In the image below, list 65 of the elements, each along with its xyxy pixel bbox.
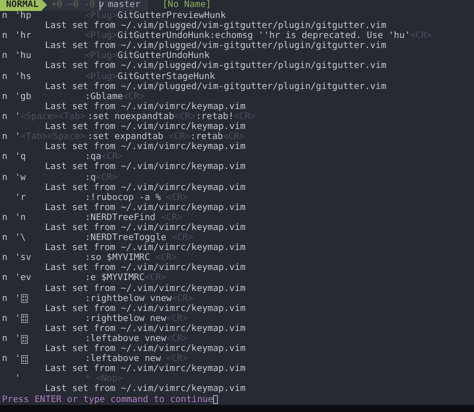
mode-label: n [1,354,8,364]
source-line: Last set from ~/.vim/vimrc/keymap.vim [45,324,246,334]
mode-label: n [1,172,8,183]
source-line: Last set from ~/.vim/vimrc/keymap.vim [45,263,246,274]
mode-label: n [1,233,8,244]
mapping-key: 'hu [15,51,32,62]
source-line: Last set from ~/.vim/plugged/vim-gitgutter/plugin/gitgutter.vim [45,21,386,32]
source-line: Last set from ~/.vim/vimrc/keymap.vim [45,364,246,374]
mapping-key: 'hr [15,31,32,42]
source-line: Last set from ~/.vim/vimrc/keymap.vim [45,122,246,132]
mapping-key: 'ev [15,273,32,284]
source-line: Last set from ~/.vim/plugged/vim-gitgutter/plugin/gitgutter.vim [45,61,386,72]
missing-glyph-icon [21,294,28,304]
source-line: Last set from ~/.vim/vimrc/keymap.vim [45,243,246,254]
missing-glyph-icon [21,334,28,344]
text-cursor [213,395,218,404]
mapping-key: 'q [15,152,26,162]
source-line: Last set from ~/.vim/vimrc/keymap.vim [45,304,246,314]
source-line: Last set from ~/.vim/plugged/vim-gitgutter/plugin/gitgutter.vim [45,41,386,52]
source-line: Last set from ~/.vim/plugged/vim-gitgutter/plugin/gitgutter.vim [45,82,386,92]
mode-label: n [1,273,8,284]
mode-label: n [1,51,8,62]
mapping-key: 'sv [15,253,32,264]
branch-name: master [108,0,140,11]
mode-label: n [1,253,8,264]
file-name: [No Name] [161,0,212,11]
mapping-key: ' [15,294,20,304]
mapping-key: '\ [15,233,26,244]
mode-label: n [1,334,8,344]
mapping-key: ' [15,374,20,384]
mapping-key: ' [15,314,20,324]
mapping-key: 'n [15,212,26,223]
source-line: Last set from ~/.vim/vimrc/keymap.vim [45,142,246,152]
mapping-key: 'w [15,172,26,183]
mode-label: n [1,92,8,102]
mapping-key: ' [15,354,20,364]
source-line: Last set from ~/.vim/vimrc/keymap.vim [45,102,246,112]
mode-label: n [1,11,8,22]
mode-label: n [1,152,8,162]
missing-glyph-icon [21,314,28,324]
mapping-key: 'hs [15,72,32,82]
source-line: Last set from ~/.vim/vimrc/keymap.vim [45,202,246,213]
mode-indicator: NORMAL [0,0,42,11]
mode-label: n [1,132,8,142]
mapping-key: ' [15,334,20,344]
source-line: Last set from ~/.vim/vimrc/keymap.vim [45,284,246,294]
source-line: Last set from ~/.vim/vimrc/keymap.vim [45,182,246,193]
prompt-message: Press ENTER or type command to continue [1,394,214,405]
mapping-command: * <Nop> [85,374,123,384]
source-line: Last set from ~/.vim/vimrc/keymap.vim [45,222,246,233]
mode-label: n [1,314,8,324]
mode-label: n [1,112,8,122]
missing-glyph-icon [21,354,28,364]
mapping-key: 'gb [15,92,32,102]
source-line: Last set from ~/.vim/vimrc/keymap.vim [45,344,246,354]
mode-label: n [1,212,8,223]
mapping-key: 'hp [15,11,32,22]
source-line: Last set from ~/.vim/vimrc/keymap.vim [45,162,246,172]
mode-label: n [1,31,8,42]
source-line: Last set from ~/.vim/vimrc/keymap.vim [45,384,246,394]
mode-label: n [1,72,8,82]
mapping-key: 'r [15,192,26,203]
mode-label: n [1,294,8,304]
branch-icon [98,1,104,10]
git-changes: +0 ~0 -0 [52,0,95,11]
